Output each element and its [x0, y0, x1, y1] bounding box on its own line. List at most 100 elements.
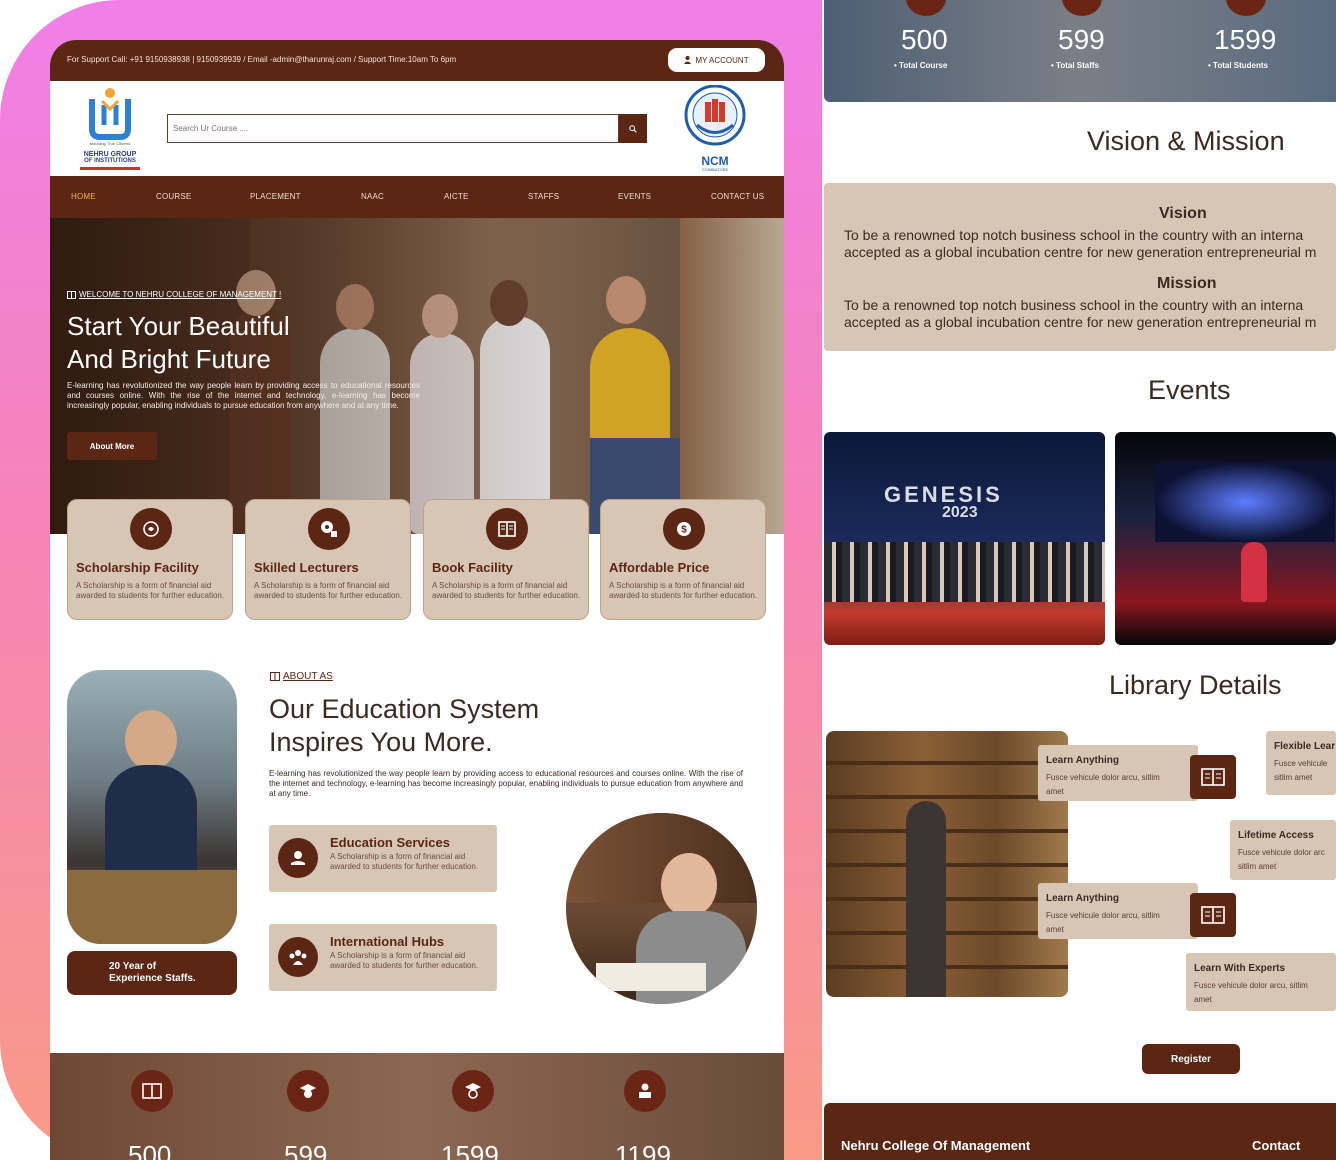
support-bar: For Support Call: +91 9150938938 | 91509…	[50, 40, 784, 81]
nav-course[interactable]: COURSE	[156, 192, 191, 201]
stat-value: 1599	[1214, 24, 1277, 55]
graduate-icon	[1062, 0, 1102, 16]
stat-value: 599	[284, 1140, 328, 1160]
service-desc: A Scholarship is a form of financial aid…	[330, 852, 479, 871]
stats-banner-right: 500 599 1599 • Total Course • Total Staf…	[824, 0, 1336, 102]
ncm-subtext: COIMBATORE	[701, 167, 729, 172]
book-icon	[486, 508, 528, 550]
library-card-title: Lifetime Access	[1238, 830, 1314, 841]
vision-mission-box: Vision To be a renowned top notch busine…	[824, 183, 1336, 351]
hero-description: E-learning has revolutionized the way pe…	[67, 381, 420, 410]
event-genesis-photo[interactable]: GENESIS 2023	[824, 432, 1105, 645]
about-title-line1: Our Education System	[269, 694, 540, 724]
nav-naac[interactable]: NAAC	[361, 192, 384, 201]
events-title: Events	[1148, 375, 1231, 405]
logo-tagline: Moulding True Citizens	[89, 141, 131, 146]
stat-value: 500	[901, 24, 948, 55]
nav-staffs[interactable]: STAFFS	[528, 192, 559, 201]
principal-photo	[67, 670, 237, 944]
book-icon	[1190, 755, 1236, 799]
scholarship-icon	[130, 508, 172, 550]
about-title-line2: Inspires You More.	[269, 727, 493, 757]
stat-value: 500	[128, 1140, 172, 1160]
stat-label-staffs: • Total Staffs	[1051, 61, 1099, 70]
mission-text: To be a renowned top notch business scho…	[844, 297, 1317, 330]
nehru-logo-mark	[89, 88, 131, 140]
logo-strip	[80, 167, 140, 170]
feature-card-price[interactable]: $ Affordable Price A Scholarship is a fo…	[600, 499, 766, 620]
hero-title-line1: Start Your Beautiful	[67, 311, 290, 341]
teacher-icon	[624, 1070, 666, 1112]
nav-placement[interactable]: PLACEMENT	[250, 192, 301, 201]
stat-value: 1199	[615, 1140, 671, 1160]
library-card-flexible[interactable]: Flexible Lear Fusce vehicule sitlim amet	[1266, 731, 1336, 795]
service-desc: A Scholarship is a form of financial aid…	[330, 951, 479, 970]
footer-college-name: Nehru College Of Management	[841, 1138, 1031, 1153]
library-card-learn-anything-2[interactable]: Learn Anything Fusce vehicule dolor arcu…	[1038, 883, 1198, 939]
library-card-desc: Fusce vehicule dolor arcu, sitlim amet	[1046, 911, 1160, 934]
stat-value: 599	[1058, 24, 1105, 55]
library-card-title: Learn With Experts	[1194, 963, 1286, 974]
about-title: Our Education System Inspires You More.	[269, 693, 589, 759]
ncm-emblem	[684, 84, 746, 146]
nehru-group-logo[interactable]: Moulding True Citizens NEHRU GROUP OF IN…	[74, 85, 146, 173]
homepage-right: 500 599 1599 • Total Course • Total Staf…	[824, 0, 1336, 1160]
svg-text:$: $	[681, 525, 687, 536]
hand-gear-icon	[278, 838, 318, 878]
mission-heading: Mission	[1157, 275, 1217, 292]
event-dance-photo[interactable]	[1115, 432, 1336, 645]
library-card-lifetime[interactable]: Lifetime Access Fusce vehicule dolor arc…	[1230, 820, 1336, 880]
nav-aicte[interactable]: AICTE	[444, 192, 469, 201]
ncm-logo[interactable]: NCM COIMBATORE	[682, 84, 748, 173]
my-account-button[interactable]: MY ACCOUNT	[668, 48, 765, 72]
nav-contact-us[interactable]: CONTACT US	[711, 192, 764, 201]
support-text: For Support Call: +91 9150938938 | 91509…	[67, 55, 457, 64]
footer-contact-link[interactable]: Contact	[1252, 1138, 1300, 1153]
student-icon	[452, 1070, 494, 1112]
welcome-tag[interactable]: WELCOME TO NEHRU COLLEGE OF MANAGEMENT !	[67, 290, 281, 299]
hero-title: Start Your Beautiful And Bright Future	[67, 310, 367, 376]
service-card-education[interactable]: Education Services A Scholarship is a fo…	[269, 825, 497, 892]
search-input[interactable]	[168, 115, 618, 142]
logo-name-line2: OF INSTITUTIONS	[84, 158, 136, 164]
library-card-desc: Fusce vehicule sitlim amet	[1274, 759, 1328, 782]
about-description: E-learning has revolutionized the way pe…	[269, 769, 743, 798]
feature-card-scholarship[interactable]: Scholarship Facility A Scholarship is a …	[67, 499, 233, 620]
about-more-button[interactable]: About More	[67, 432, 157, 460]
search-button[interactable]	[619, 114, 647, 143]
ncm-text: NCM	[701, 154, 729, 168]
user-icon	[684, 56, 692, 64]
experience-badge: 20 Year of Experience Staffs.	[67, 951, 237, 995]
group-icon	[278, 937, 318, 977]
feature-card-lecturers[interactable]: Skilled Lecturers A Scholarship is a for…	[245, 499, 411, 620]
search-box[interactable]	[167, 114, 619, 143]
student-icon	[1226, 0, 1266, 16]
feature-desc: A Scholarship is a form of financial aid…	[76, 581, 225, 600]
library-card-desc: Fusce vehicule dolor arc sitlim amet	[1238, 848, 1325, 871]
nav-events[interactable]: EVENTS	[618, 192, 651, 201]
my-account-label: MY ACCOUNT	[695, 55, 749, 65]
stat-label-course: • Total Course	[894, 61, 948, 70]
about-tag[interactable]: ABOUT AS	[270, 671, 333, 682]
feature-title: Skilled Lecturers	[254, 560, 359, 575]
footer: Nehru College Of Management Contact	[824, 1103, 1336, 1160]
nav-home[interactable]: HOME	[71, 192, 96, 201]
library-card-desc: Fusce vehicule dolor arcu, sitlim amet	[1194, 981, 1308, 1004]
hero-title-line2: And Bright Future	[67, 344, 271, 374]
library-card-learn-anything[interactable]: Learn Anything Fusce vehicule dolor arcu…	[1038, 745, 1198, 801]
service-card-international[interactable]: International Hubs A Scholarship is a fo…	[269, 924, 497, 991]
search-icon	[629, 124, 637, 133]
book-icon	[131, 1070, 173, 1112]
feature-card-book[interactable]: Book Facility A Scholarship is a form of…	[423, 499, 589, 620]
register-button[interactable]: Register	[1142, 1044, 1240, 1074]
vision-mission-title: Vision & Mission	[1087, 126, 1285, 156]
feature-desc: A Scholarship is a form of financial aid…	[432, 581, 581, 600]
about-tag-label: ABOUT AS	[283, 671, 333, 682]
library-card-title: Learn Anything	[1046, 893, 1119, 904]
library-card-desc: Fusce vehicule dolor arcu, sitlim amet	[1046, 773, 1160, 796]
library-card-experts[interactable]: Learn With Experts Fusce vehicule dolor …	[1186, 953, 1336, 1011]
book-icon	[67, 290, 76, 299]
welcome-text: WELCOME TO NEHRU COLLEGE OF MANAGEMENT !	[79, 290, 282, 299]
main-nav: HOME COURSE PLACEMENT NAAC AICTE STAFFS …	[50, 176, 784, 218]
feature-title: Affordable Price	[609, 560, 710, 575]
